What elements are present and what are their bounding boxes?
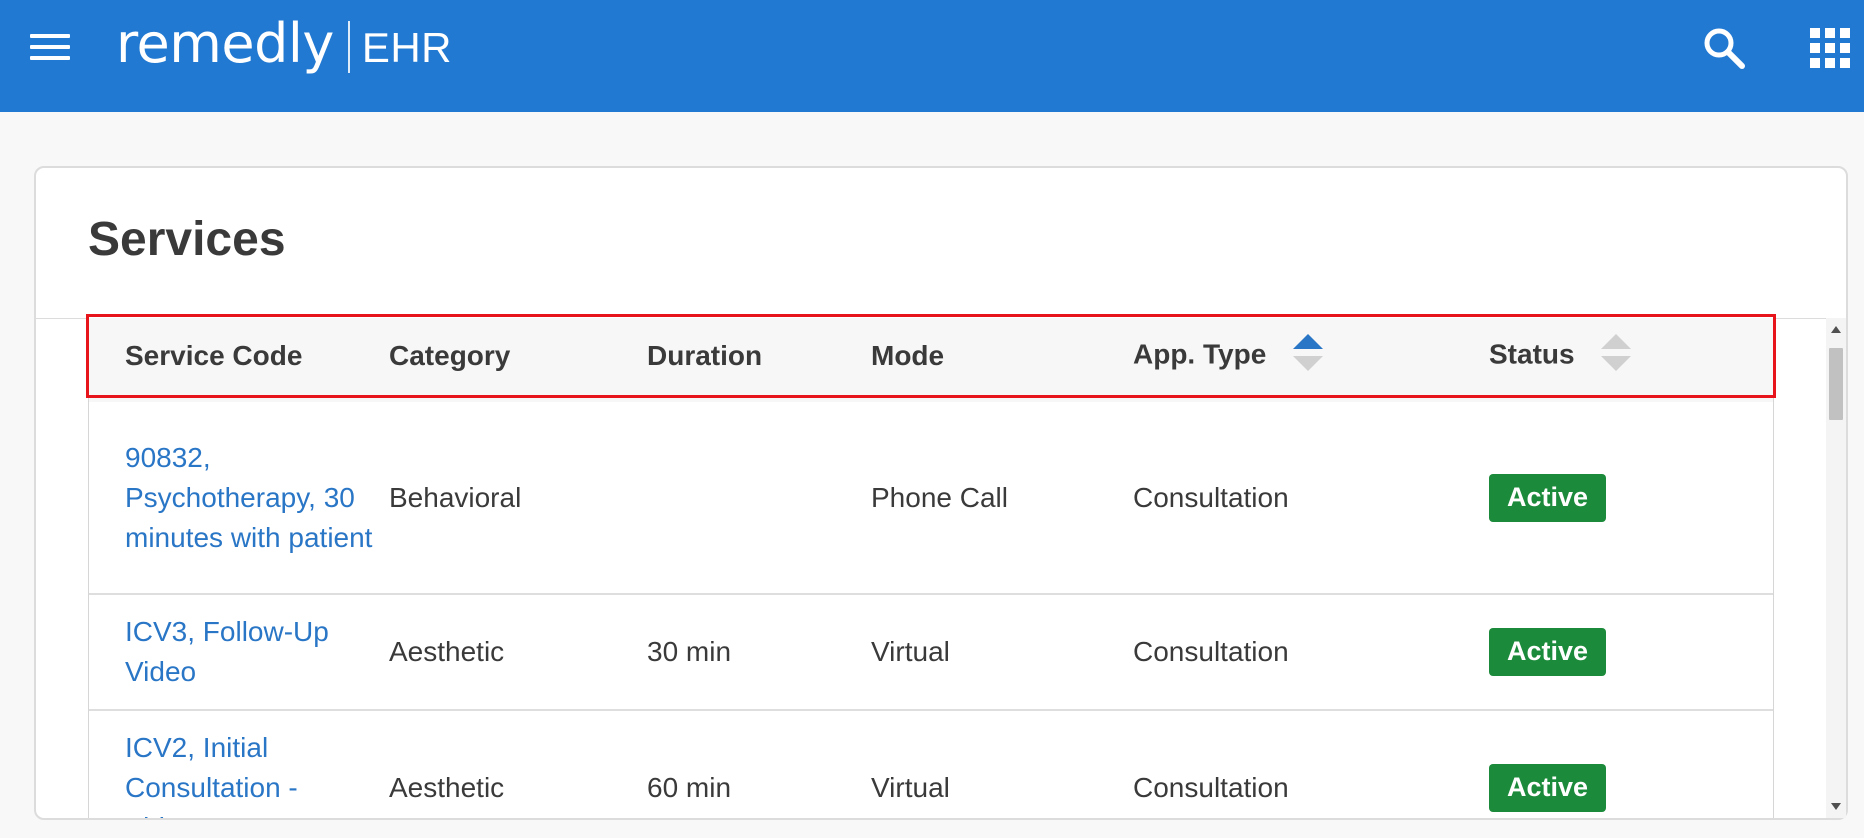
logo-product-label: EHR (361, 24, 452, 71)
table-row: ICV3, Follow-Up Video Aesthetic 30 min V… (89, 594, 1773, 711)
service-code-cell: ICV3, Follow-Up Video (89, 594, 389, 711)
app-type-cell: Consultation (1133, 594, 1489, 711)
status-cell: Active (1489, 594, 1773, 711)
duration-cell: 30 min (647, 594, 871, 711)
hamburger-menu-icon[interactable] (28, 30, 74, 66)
app-logo[interactable]: remedly EHR (116, 14, 452, 74)
mode-cell: Virtual (871, 594, 1133, 711)
status-badge: Active (1489, 473, 1607, 522)
service-code-cell: ICV2, Initial Consultation - Video (89, 710, 389, 818)
column-header-app-type[interactable]: App. Type (1133, 318, 1489, 402)
duration-cell (647, 402, 871, 595)
apps-grid-icon[interactable] (1808, 26, 1852, 70)
column-header-category[interactable]: Category (389, 318, 647, 402)
column-header-duration[interactable]: Duration (647, 318, 871, 402)
services-table-container: Service Code Category Duration Mode App.… (88, 318, 1774, 818)
scroll-up-arrow-icon[interactable] (1831, 326, 1841, 333)
top-navigation-bar: remedly EHR (0, 0, 1864, 112)
table-row: 90832, Psychotherapy, 30 minutes with pa… (89, 402, 1773, 595)
table-scrollbar[interactable] (1826, 318, 1846, 818)
column-header-mode[interactable]: Mode (871, 318, 1133, 402)
sort-icon[interactable] (1600, 332, 1632, 374)
mode-cell: Phone Call (871, 402, 1133, 595)
services-table: Service Code Category Duration Mode App.… (89, 318, 1773, 818)
page-title: Services (88, 213, 286, 266)
scroll-down-arrow-icon[interactable] (1831, 803, 1841, 810)
service-code-link[interactable]: 90832, Psychotherapy, 30 minutes with pa… (125, 442, 372, 553)
services-card: Services Service Code Category Duration … (34, 166, 1848, 820)
app-type-cell: Consultation (1133, 402, 1489, 595)
category-cell: Behavioral (389, 402, 647, 595)
table-header-row: Service Code Category Duration Mode App.… (89, 318, 1773, 402)
search-icon[interactable] (1700, 24, 1748, 72)
sort-ascending-icon[interactable] (1292, 332, 1324, 374)
app-type-cell: Consultation (1133, 710, 1489, 818)
category-cell: Aesthetic (389, 594, 647, 711)
status-cell: Active (1489, 402, 1773, 595)
category-cell: Aesthetic (389, 710, 647, 818)
status-badge: Active (1489, 628, 1607, 676)
column-header-service-code[interactable]: Service Code (89, 318, 389, 402)
duration-cell: 60 min (647, 710, 871, 818)
column-header-status[interactable]: Status (1489, 318, 1773, 402)
table-row: ICV2, Initial Consultation - Video Aesth… (89, 710, 1773, 818)
service-code-link[interactable]: ICV2, Initial Consultation - Video (125, 732, 298, 818)
mode-cell: Virtual (871, 710, 1133, 818)
logo-wordmark: remedly (116, 12, 334, 75)
service-code-cell: 90832, Psychotherapy, 30 minutes with pa… (89, 402, 389, 595)
scrollbar-thumb[interactable] (1829, 348, 1843, 420)
service-code-link[interactable]: ICV3, Follow-Up Video (125, 616, 329, 687)
status-cell: Active (1489, 710, 1773, 818)
logo-divider (347, 21, 350, 73)
status-badge: Active (1489, 764, 1607, 812)
